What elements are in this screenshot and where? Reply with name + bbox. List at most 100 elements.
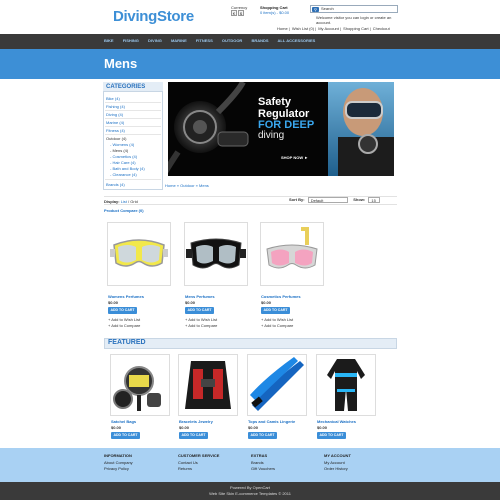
- breadcrumb[interactable]: Home » Outdoor » Mens: [165, 183, 209, 188]
- add-to-wishlist-link[interactable]: + Add to Wish List: [261, 317, 293, 322]
- product-compare-link[interactable]: Product Compare (0): [104, 208, 144, 213]
- featured-name[interactable]: Tops and Camis Lingerie: [248, 419, 295, 424]
- featured-name[interactable]: Bracelets Jewelry: [179, 419, 213, 424]
- nav-item-diving[interactable]: DIVING: [148, 38, 162, 43]
- featured-price: $0.00: [111, 425, 122, 430]
- bcd-vest-icon: [185, 361, 231, 409]
- add-to-wishlist-link[interactable]: + Add to Wish List: [108, 317, 140, 322]
- add-to-cart-button[interactable]: ADD TO CART: [261, 307, 290, 314]
- category-bike[interactable]: Bike (4): [106, 96, 120, 101]
- add-to-cart-button[interactable]: ADD TO CART: [317, 432, 346, 439]
- category-outdoor[interactable]: Outdoor (4): [106, 136, 126, 141]
- footer-link[interactable]: Order History: [324, 466, 348, 471]
- add-to-cart-button[interactable]: ADD TO CART: [179, 432, 208, 439]
- sort-controls: Sort By: Default Show: 15: [289, 197, 381, 203]
- footer-link[interactable]: Brands: [251, 460, 264, 465]
- featured-price: $0.00: [179, 425, 190, 430]
- product-name[interactable]: Womens Perfumes: [108, 294, 144, 299]
- nav-item-all-accessories[interactable]: ALL ACCESSORIES: [278, 38, 316, 43]
- subcategory-clearance[interactable]: - Clearance (4): [110, 172, 137, 177]
- add-to-cart-button[interactable]: ADD TO CART: [108, 307, 137, 314]
- currency-euro-button[interactable]: €: [231, 10, 237, 16]
- product-name[interactable]: Mens Perfumes: [185, 294, 215, 299]
- nav-item-fitness[interactable]: FITNESS: [196, 38, 213, 43]
- product-name[interactable]: Cosmetics Perfumes: [261, 294, 301, 299]
- divider: [105, 110, 161, 111]
- category-fishing[interactable]: Fishing (4): [106, 104, 125, 109]
- footer-link[interactable]: Returns: [178, 466, 192, 471]
- featured-image[interactable]: [247, 354, 307, 416]
- sort-label: Sort By:: [289, 197, 305, 203]
- nav-item-brands[interactable]: BRANDS: [251, 38, 268, 43]
- shop-now-button[interactable]: SHOP NOW ►: [281, 155, 308, 160]
- footer-link[interactable]: Gift Vouchers: [251, 466, 275, 471]
- subcategory-hair-care[interactable]: - Hair Care (4): [110, 160, 136, 165]
- footer-heading-my-account: MY ACCOUNT: [324, 453, 351, 458]
- nav-item-fishing[interactable]: FISHING: [123, 38, 139, 43]
- nav-item-outdoor[interactable]: OUTDOOR: [222, 38, 242, 43]
- dive-mask-pink-snorkel-icon: [266, 227, 318, 269]
- product-image[interactable]: [107, 222, 171, 286]
- add-to-cart-button[interactable]: ADD TO CART: [185, 307, 214, 314]
- category-diving[interactable]: Diving (4): [106, 112, 123, 117]
- powered-by: Powered By OpenCart: [229, 485, 271, 490]
- display-mode: Display: List / Grid: [104, 199, 138, 204]
- display-list-link[interactable]: List: [121, 199, 127, 204]
- footer-link[interactable]: My Account: [324, 460, 345, 465]
- product-price: $0.00: [108, 300, 119, 305]
- category-fitness[interactable]: Fitness (4): [106, 128, 125, 133]
- add-to-cart-button[interactable]: ADD TO CART: [248, 432, 277, 439]
- footer-heading-information: INFORMATION: [104, 453, 132, 458]
- nav-item-marine[interactable]: MARINE: [171, 38, 187, 43]
- top-links: Home| Wish List (0)| My Account| Shoppin…: [277, 26, 390, 31]
- product-image[interactable]: [260, 222, 324, 286]
- add-to-cart-button[interactable]: ADD TO CART: [111, 432, 140, 439]
- nav-item-bike[interactable]: BIKE: [104, 38, 114, 43]
- featured-header: [104, 338, 397, 349]
- featured-image[interactable]: [110, 354, 170, 416]
- footer-link[interactable]: Privacy Policy: [104, 466, 129, 471]
- product-image[interactable]: [184, 222, 248, 286]
- divider: [105, 118, 161, 119]
- subcategory-bath-body[interactable]: - Bath and Body (4): [110, 166, 145, 171]
- footer-link[interactable]: Contact Us: [178, 460, 198, 465]
- subcategory-womens[interactable]: - Womens (4): [110, 142, 134, 147]
- top-link-account[interactable]: My Account: [318, 26, 339, 31]
- footer-link[interactable]: About Company: [104, 460, 133, 465]
- footer-heading-extras: EXTRAS: [251, 453, 268, 458]
- welcome-text: Welcome visitor you can login or create …: [316, 15, 392, 25]
- featured-price: $0.00: [248, 425, 259, 430]
- currency-dollar-button[interactable]: $: [238, 10, 244, 16]
- sort-select[interactable]: Default: [307, 197, 348, 203]
- top-link-home[interactable]: Home: [277, 26, 288, 31]
- search-icon[interactable]: ⚲: [312, 7, 319, 12]
- footer: [0, 448, 500, 482]
- cart-total[interactable]: 0 item(s) - $0.00: [260, 10, 289, 15]
- site-logo[interactable]: DivingStore: [113, 8, 194, 25]
- display-label: Display:: [104, 199, 120, 204]
- featured-price: $0.00: [317, 425, 328, 430]
- add-to-compare-link[interactable]: + Add to Compare: [185, 323, 217, 328]
- top-link-checkout[interactable]: Checkout: [373, 26, 390, 31]
- subcategory-cosmetics[interactable]: - Cosmetics (4): [110, 154, 137, 159]
- category-marine[interactable]: Marine (4): [106, 120, 124, 125]
- product-price: $0.00: [185, 300, 196, 305]
- top-link-cart[interactable]: Shopping Cart: [343, 26, 369, 31]
- search-input[interactable]: ⚲ Search: [310, 5, 398, 13]
- subcategory-mens[interactable]: - Mens (4): [110, 148, 128, 153]
- top-link-wishlist[interactable]: Wish List (0): [292, 26, 314, 31]
- category-brands[interactable]: Brands (4): [106, 182, 125, 187]
- add-to-wishlist-link[interactable]: + Add to Wish List: [185, 317, 217, 322]
- featured-name[interactable]: Satchel Bags: [111, 419, 136, 424]
- add-to-compare-link[interactable]: + Add to Compare: [261, 323, 293, 328]
- show-select[interactable]: 15: [368, 197, 381, 203]
- display-grid-link[interactable]: Grid: [130, 199, 138, 204]
- add-to-compare-link[interactable]: + Add to Compare: [108, 323, 140, 328]
- search-placeholder: Search: [321, 6, 334, 11]
- featured-image[interactable]: [178, 354, 238, 416]
- featured-image[interactable]: [316, 354, 376, 416]
- dive-mask-black-icon: [186, 238, 246, 269]
- cart-summary[interactable]: Shopping Cart 0 item(s) - $0.00: [260, 5, 289, 15]
- regulator-icon: [113, 366, 161, 411]
- featured-name[interactable]: Mechanical Watches: [317, 419, 356, 424]
